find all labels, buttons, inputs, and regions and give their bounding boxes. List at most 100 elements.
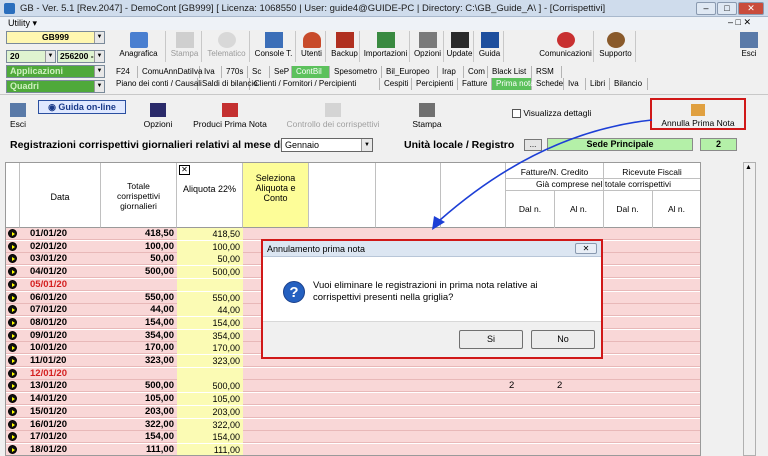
tab-piano-dei-conti-causali[interactable]: Piano dei conti / Causali [112, 78, 202, 90]
row-arrow-icon[interactable] [8, 419, 17, 429]
row-arrow-icon[interactable] [8, 279, 17, 289]
tab-fatture[interactable]: Fatture [458, 78, 492, 90]
row-arrow-icon[interactable] [8, 356, 17, 365]
annulla-prima-nota-button[interactable]: Annulla Prima Nota [650, 98, 746, 130]
tab-sc[interactable]: Sc [248, 66, 270, 78]
row-arrow-icon[interactable] [8, 368, 17, 378]
menu-utility[interactable]: Utility ▾ [8, 18, 37, 29]
tab-saldi-di-bilancio[interactable]: Saldi di bilancio [198, 78, 258, 90]
row-aliquota[interactable]: 500,00 [177, 380, 243, 393]
utenti-button[interactable]: Utenti [298, 31, 326, 62]
month-select[interactable]: Gennaio ▼ [281, 138, 373, 152]
tab-libri[interactable]: Libri [586, 78, 610, 90]
row-arrow-icon[interactable] [8, 317, 17, 327]
close-window-button[interactable]: ✕ [738, 2, 764, 15]
row-arrow-icon[interactable] [8, 394, 17, 404]
mdi-controls[interactable]: – □ ✕ [728, 17, 751, 28]
tab-clienti-fornitori-percipienti[interactable]: Clienti / Fornitori / Percipienti [250, 78, 380, 90]
row-aliquota[interactable] [177, 278, 243, 291]
row-arrow-icon[interactable] [8, 381, 17, 391]
row-arrow-icon[interactable] [8, 330, 17, 340]
code-select[interactable]: 256200 - ▼ [57, 50, 105, 63]
row-aliquota[interactable]: 105,00 [177, 393, 243, 406]
backup-button[interactable]: Backup [330, 31, 360, 62]
row-aliquota[interactable]: 154,00 [177, 316, 243, 329]
table-row[interactable]: 15/01/20 203,00 203,00 [6, 405, 700, 418]
tab-prima-nota[interactable]: Prima nota [492, 78, 535, 90]
row-aliquota[interactable]: 154,00 [177, 431, 243, 444]
row-arrow-icon[interactable] [8, 292, 17, 302]
dialog-close-button[interactable]: ✕ [575, 243, 597, 254]
tab-spesometro[interactable]: Spesometro [330, 66, 382, 78]
applicazioni-select[interactable]: Applicazioni ▼ [6, 65, 105, 78]
table-row[interactable]: 16/01/20 322,00 322,00 [6, 418, 700, 431]
tab-770s[interactable]: 770s [222, 66, 248, 78]
tab-cespiti[interactable]: Cespiti [380, 78, 412, 90]
row-arrow-icon[interactable] [8, 406, 17, 416]
row-arrow-icon[interactable] [8, 444, 17, 454]
row-aliquota[interactable]: 354,00 [177, 329, 243, 342]
maximize-button[interactable]: □ [717, 2, 737, 15]
table-row[interactable]: 18/01/20 111,00 111,00 [6, 443, 700, 455]
row-arrow-icon[interactable] [8, 267, 17, 277]
tab-bilancio[interactable]: Bilancio [610, 78, 648, 90]
importazioni-button[interactable]: Importazioni [362, 31, 410, 62]
row-aliquota[interactable]: 44,00 [177, 304, 243, 317]
row-aliquota[interactable]: 100,00 [177, 240, 243, 253]
guida-button[interactable]: Guida [476, 31, 504, 62]
row-arrow-icon[interactable] [8, 343, 17, 353]
yes-button[interactable]: Si [459, 330, 523, 349]
company-select[interactable]: GB999 ▼ [6, 31, 105, 44]
guide-online-button[interactable]: ◉ Guida on-line [38, 100, 126, 114]
tab-percipienti[interactable]: Percipienti [412, 78, 458, 90]
stampa-button[interactable]: Stampa [168, 31, 202, 62]
year-select[interactable]: 20 ▼ [6, 50, 56, 63]
tab-contbil[interactable]: ContBil [292, 66, 330, 78]
opzioni-button[interactable]: Opzioni [412, 31, 444, 62]
tab-sep[interactable]: SeP [270, 66, 292, 78]
tab-black-list[interactable]: Black List [488, 66, 532, 78]
row-aliquota[interactable] [177, 367, 243, 380]
row-aliquota[interactable]: 323,00 [177, 355, 243, 367]
grid-scrollbar[interactable]: ▲ [743, 162, 756, 456]
quadri-select[interactable]: Quadri ▼ [6, 80, 105, 93]
update-button[interactable]: Update [446, 31, 474, 62]
tab-iva[interactable]: Iva [200, 66, 222, 78]
console-button[interactable]: Console T. [252, 31, 296, 62]
supporto-button[interactable]: Supporto [596, 31, 636, 62]
row-aliquota[interactable]: 500,00 [177, 266, 243, 279]
anagrafica-button[interactable]: Anagrafica [112, 31, 166, 62]
tab-rsm[interactable]: RSM [532, 66, 562, 78]
row-aliquota[interactable]: 418,50 [177, 228, 243, 240]
row-arrow-icon[interactable] [8, 241, 17, 251]
table-row[interactable]: 14/01/20 105,00 105,00 [6, 393, 700, 406]
row-aliquota[interactable]: 170,00 [177, 342, 243, 355]
row-arrow-icon[interactable] [8, 254, 17, 264]
tab-schede[interactable]: Schede [532, 78, 564, 90]
row-arrow-icon[interactable] [8, 305, 17, 315]
produce-prima-nota-button[interactable]: Produci Prima Nota [193, 103, 267, 129]
table-row[interactable]: 12/01/20 [6, 367, 700, 380]
esci-top-button[interactable]: Esci [734, 31, 764, 62]
table-row[interactable]: 17/01/20 154,00 154,00 [6, 431, 700, 444]
tab-com[interactable]: Com [464, 66, 488, 78]
tab-f24[interactable]: F24 [112, 66, 138, 78]
table-row[interactable]: 13/01/20 500,00 500,00 2 2 [6, 380, 700, 393]
row-arrow-icon[interactable] [8, 229, 17, 238]
tab-comuanndatiiva[interactable]: ComuAnnDatiIva [138, 66, 202, 78]
options-button[interactable]: Opzioni [142, 103, 174, 129]
minimize-button[interactable]: – [696, 2, 716, 15]
telematico-button[interactable]: Telematico [204, 31, 250, 62]
row-aliquota[interactable]: 550,00 [177, 291, 243, 304]
tab-irap[interactable]: Irap [438, 66, 464, 78]
remove-column-button[interactable]: ✕ [179, 165, 190, 175]
tab-bil-europeo[interactable]: Bil_Europeo [382, 66, 438, 78]
scroll-up-arrow[interactable]: ▲ [745, 164, 752, 171]
row-aliquota[interactable]: 50,00 [177, 253, 243, 266]
comunicazioni-button[interactable]: Comunicazioni [538, 31, 594, 62]
row-arrow-icon[interactable] [8, 432, 17, 442]
row-aliquota[interactable]: 203,00 [177, 405, 243, 418]
row-aliquota[interactable]: 322,00 [177, 418, 243, 431]
col-select-aliquota[interactable]: Seleziona Aliquota e Conto [243, 163, 309, 228]
no-button[interactable]: No [531, 330, 595, 349]
